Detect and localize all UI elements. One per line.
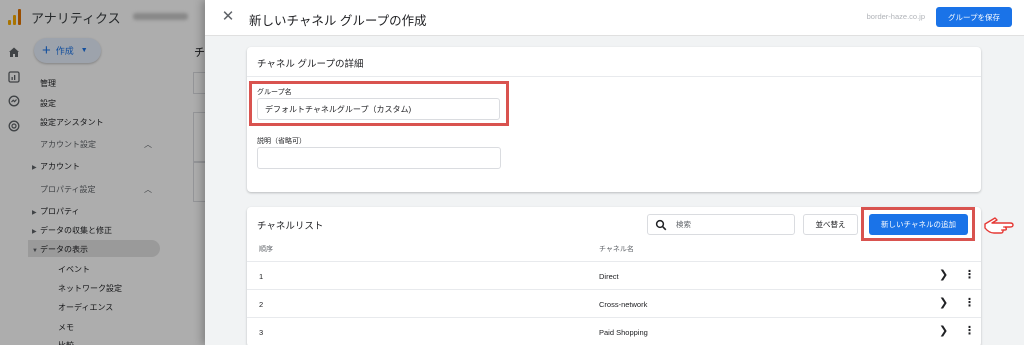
chevron-right-icon[interactable]: ❯ [939,269,948,281]
channel-list-card: チャネルリスト 検索 並べ替え 新しいチャネルの追加 順序 チャネル名 1 Di… [247,207,981,345]
create-channel-group-drawer: ✕ 新しいチャネル グループの作成 border-haze.co.jp グループ… [205,0,1024,345]
drawer-header: ✕ 新しいチャネル グループの作成 border-haze.co.jp グループ… [205,0,1024,36]
close-icon[interactable]: ✕ [220,9,236,25]
chevron-right-icon[interactable]: ❯ [939,297,948,309]
search-input[interactable]: 検索 [647,214,795,235]
row-order: 3 [259,328,264,337]
account-domain: border-haze.co.jp [866,12,925,21]
row-channel-name: Paid Shopping [599,328,648,337]
details-card-title: チャネル グループの詳細 [257,59,364,70]
card-divider [247,76,981,77]
search-icon [655,219,667,231]
table-row[interactable]: 2 Cross-network ❯ ⋮ [247,289,981,317]
row-channel-name: Direct [599,272,619,281]
more-vert-icon[interactable]: ⋮ [964,297,975,309]
pointing-hand-icon [983,214,1021,236]
row-order: 1 [259,272,264,281]
more-vert-icon[interactable]: ⋮ [964,269,975,281]
reorder-button[interactable]: 並べ替え [803,214,858,235]
row-order: 2 [259,300,264,309]
highlight-box [249,81,509,126]
more-vert-icon[interactable]: ⋮ [964,325,975,337]
channel-list-title: チャネルリスト [257,221,324,232]
chevron-right-icon[interactable]: ❯ [939,325,948,337]
description-label: 説明（省略可） [257,138,306,145]
drawer-title: 新しいチャネル グループの作成 [249,14,427,28]
description-input[interactable] [257,147,501,169]
row-channel-name: Cross-network [599,300,648,309]
search-placeholder: 検索 [676,220,691,229]
column-header-order: 順序 [259,246,273,253]
column-header-channel-name: チャネル名 [599,246,634,253]
save-group-button[interactable]: グループを保存 [936,7,1012,27]
channel-group-details-card: チャネル グループの詳細 グループ名 デフォルトチャネルグループ（カスタム) 説… [247,47,981,192]
table-row[interactable]: 3 Paid Shopping ❯ ⋮ [247,317,981,345]
table-row[interactable]: 1 Direct ❯ ⋮ [247,261,981,289]
highlight-box [861,207,975,241]
